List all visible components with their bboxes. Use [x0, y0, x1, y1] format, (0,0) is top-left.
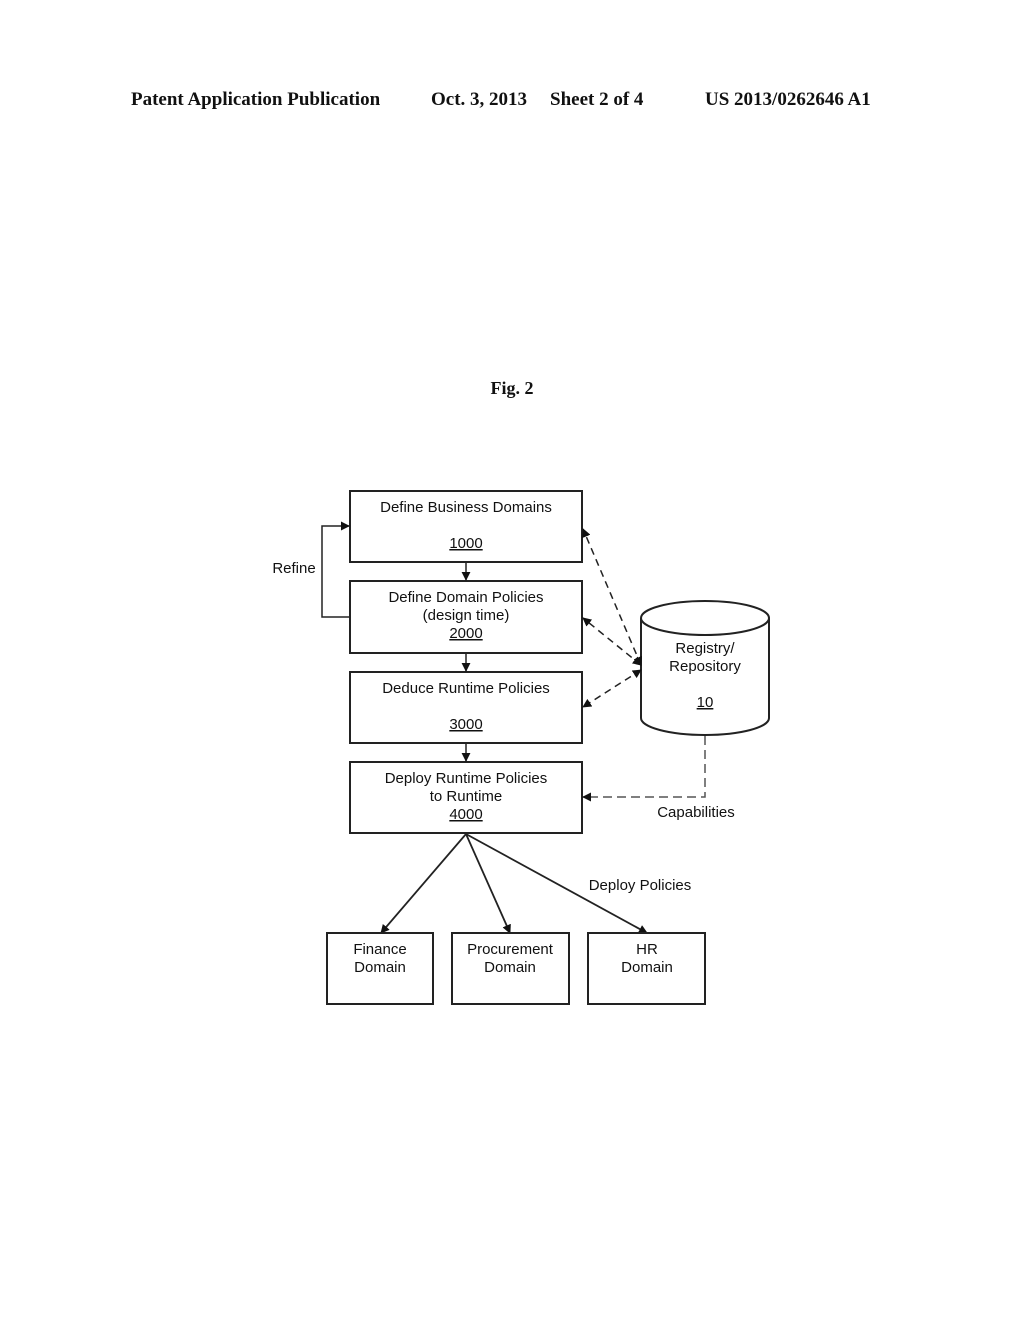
procurement-domain-line2: Domain [484, 959, 536, 976]
deploy-arrow-finance [380, 833, 467, 934]
step-3000-title: Deduce Runtime Policies [382, 680, 550, 697]
step-1000-title: Define Business Domains [380, 499, 552, 516]
step-2000-title: Define Domain Policies [388, 589, 543, 606]
step-1000-ref: 1000 [449, 535, 482, 552]
deploy-policies-label: Deploy Policies [589, 877, 692, 894]
capabilities-label: Capabilities [657, 804, 735, 821]
step-3000-ref: 3000 [449, 716, 482, 733]
dashed-arrow-registry-1000 [582, 528, 642, 666]
hr-domain-line2: Domain [621, 959, 673, 976]
deploy-arrow-procurement [465, 833, 511, 934]
finance-domain-line1: Finance [353, 941, 406, 958]
registry-ref: 10 [697, 694, 714, 711]
registry-repository-cylinder: Registry/ Repository 10 [640, 600, 770, 736]
refine-loop-arrow [321, 521, 350, 618]
step-2000-subtitle: (design time) [423, 607, 510, 624]
step-2000-box: Define Domain Policies (design time) 200… [349, 580, 583, 654]
step-4000-box: Deploy Runtime Policies to Runtime 4000 [349, 761, 583, 834]
dashed-arrow-registry-3000 [582, 669, 642, 708]
procurement-domain-box: Procurement Domain [451, 932, 570, 1005]
dashed-arrow-registry-2000 [582, 617, 642, 666]
step-1000-box: Define Business Domains 1000 [349, 490, 583, 563]
step-4000-title: Deploy Runtime Policies [385, 770, 548, 787]
procurement-domain-line1: Procurement [467, 941, 554, 958]
registry-title-line2: Repository [669, 658, 741, 675]
step-3000-box: Deduce Runtime Policies 3000 [349, 671, 583, 744]
refine-label: Refine [272, 560, 315, 577]
registry-title-line1: Registry/ [675, 640, 735, 657]
hr-domain-box: HR Domain [587, 932, 706, 1005]
hr-domain-line1: HR [636, 941, 658, 958]
step-4000-ref: 4000 [449, 806, 482, 823]
flow-diagram: Define Business Domains 1000 Define Doma… [272, 490, 770, 1005]
finance-domain-box: Finance Domain [326, 932, 434, 1005]
step-4000-subtitle: to Runtime [430, 788, 503, 805]
finance-domain-line2: Domain [354, 959, 406, 976]
step-2000-ref: 2000 [449, 625, 482, 642]
capabilities-arrow [582, 736, 706, 802]
